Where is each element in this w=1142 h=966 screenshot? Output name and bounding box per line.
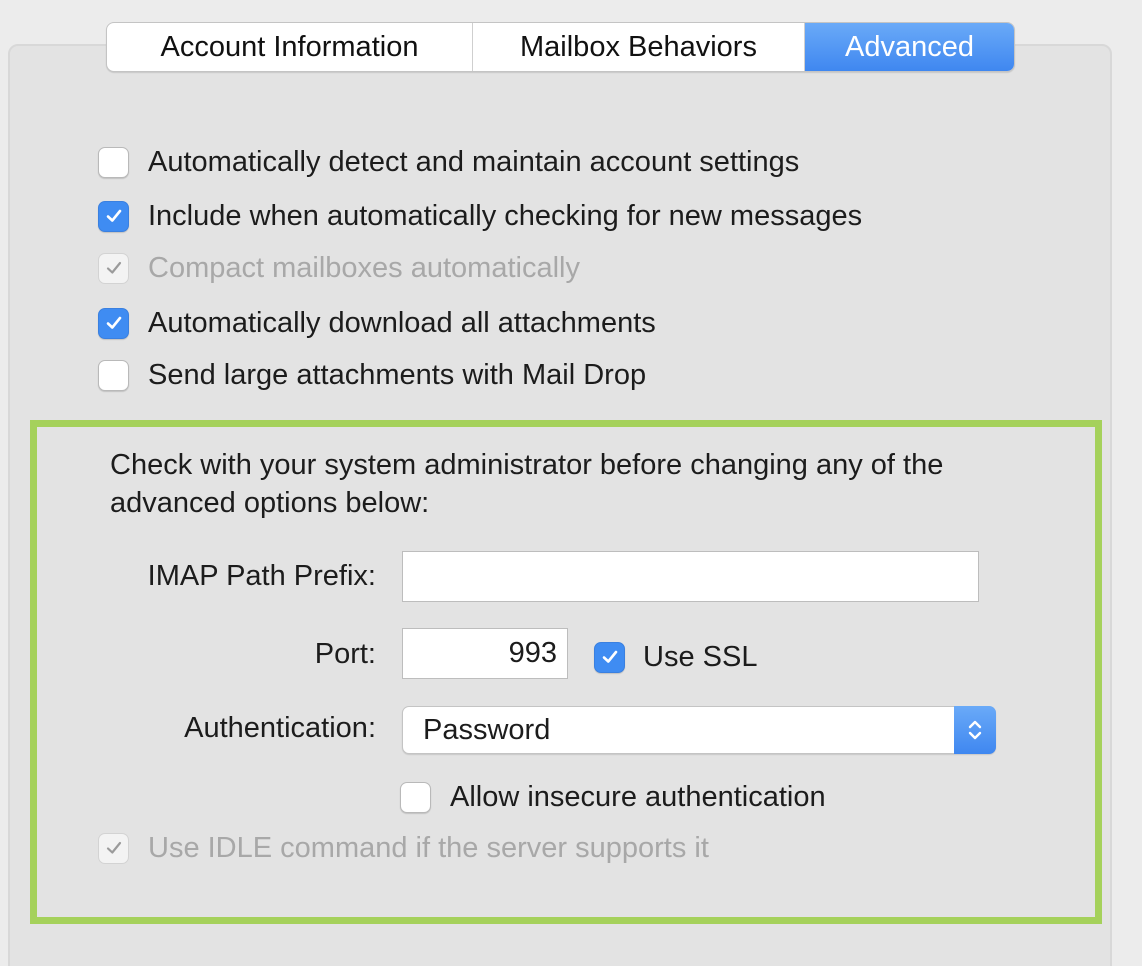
imap-path-prefix-input[interactable] bbox=[402, 551, 979, 602]
checkmark-icon bbox=[602, 650, 617, 663]
include-auto-check-label: Include when automatically checking for … bbox=[148, 199, 863, 232]
mail-drop-label: Send large attachments with Mail Drop bbox=[148, 358, 647, 391]
advanced-warning-text: Check with your system administrator bef… bbox=[110, 449, 944, 519]
authentication-select[interactable]: Password bbox=[402, 706, 996, 754]
allow-insecure-auth-label: Allow insecure authentication bbox=[450, 780, 826, 813]
tab-account-information[interactable]: Account Information bbox=[107, 23, 472, 71]
use-ssl-checkbox[interactable] bbox=[594, 641, 625, 673]
checkmark-icon bbox=[106, 261, 121, 274]
checkmark-icon bbox=[106, 841, 121, 854]
preferences-window: Account Information Mailbox Behaviors Ad… bbox=[0, 0, 1142, 966]
mail-drop-checkbox[interactable] bbox=[98, 359, 129, 391]
include-auto-check-checkbox[interactable] bbox=[98, 200, 129, 232]
authentication-label: Authentication: bbox=[184, 712, 376, 744]
auto-detect-checkbox[interactable] bbox=[98, 146, 129, 178]
option-auto-detect[interactable]: Automatically detect and maintain accoun… bbox=[98, 145, 799, 179]
download-attachments-checkbox[interactable] bbox=[98, 307, 129, 339]
use-idle-checkbox bbox=[98, 832, 129, 864]
auto-detect-label: Automatically detect and maintain accoun… bbox=[148, 145, 800, 178]
select-arrows-glyph bbox=[968, 720, 982, 740]
checkmark-icon bbox=[106, 316, 121, 329]
option-download-attachments[interactable]: Automatically download all attachments bbox=[98, 306, 656, 340]
download-attachments-label: Automatically download all attachments bbox=[148, 306, 656, 339]
checkmark-icon bbox=[106, 209, 121, 222]
option-allow-insecure-auth[interactable]: Allow insecure authentication bbox=[400, 780, 826, 814]
tab-advanced[interactable]: Advanced bbox=[804, 23, 1014, 71]
tab-bar: Account Information Mailbox Behaviors Ad… bbox=[106, 22, 1015, 72]
use-ssl-label: Use SSL bbox=[643, 640, 758, 673]
option-use-idle: Use IDLE command if the server supports … bbox=[98, 831, 709, 865]
port-input[interactable]: 993 bbox=[402, 628, 568, 679]
allow-insecure-auth-checkbox[interactable] bbox=[400, 781, 431, 813]
option-mail-drop[interactable]: Send large attachments with Mail Drop bbox=[98, 358, 646, 392]
option-use-ssl[interactable]: Use SSL bbox=[594, 640, 757, 674]
authentication-value: Password bbox=[423, 714, 551, 746]
up-down-chevron-icon bbox=[954, 706, 996, 754]
option-compact-mailboxes: Compact mailboxes automatically bbox=[98, 251, 580, 285]
compact-mailboxes-label: Compact mailboxes automatically bbox=[148, 251, 580, 284]
compact-mailboxes-checkbox bbox=[98, 252, 129, 284]
option-include-auto-check[interactable]: Include when automatically checking for … bbox=[98, 199, 862, 233]
use-idle-label: Use IDLE command if the server supports … bbox=[148, 831, 709, 864]
port-label: Port: bbox=[314, 638, 376, 670]
imap-path-prefix-label: IMAP Path Prefix: bbox=[147, 560, 376, 592]
tab-mailbox-behaviors[interactable]: Mailbox Behaviors bbox=[472, 23, 804, 71]
